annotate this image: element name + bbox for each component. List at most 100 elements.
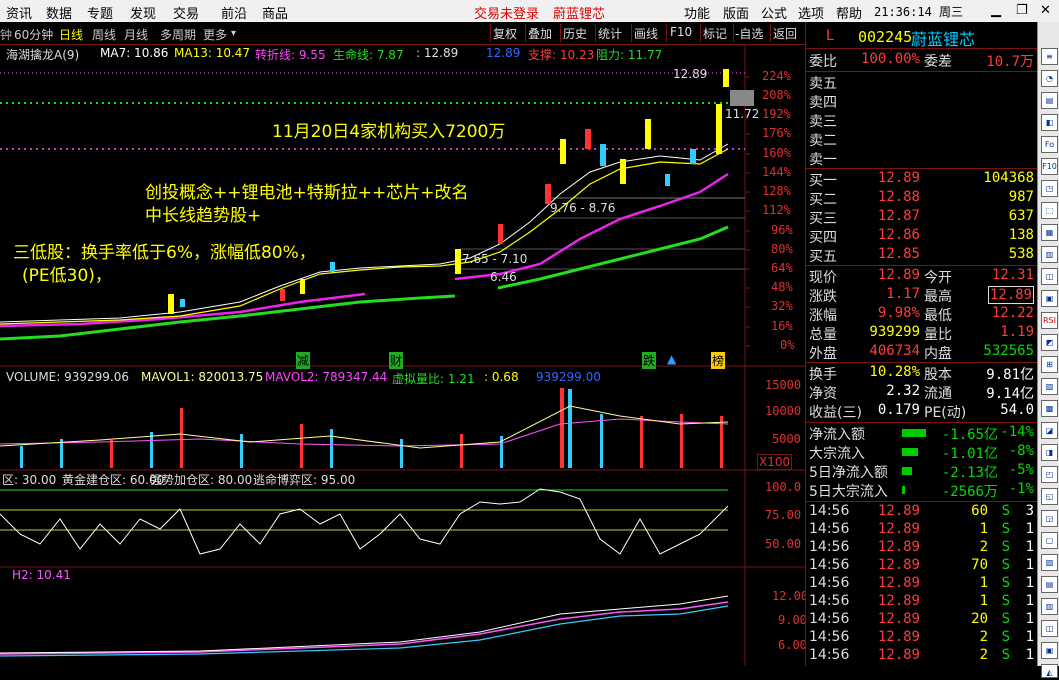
event-reduce[interactable]: 减 — [296, 352, 311, 369]
y-label: 208% — [762, 88, 791, 102]
tool-watchlist[interactable]: -自选 — [735, 25, 763, 42]
triangle-icon[interactable]: ◭ — [1041, 664, 1058, 678]
right-half-icon[interactable]: ◨ — [1041, 444, 1058, 461]
minimize-icon[interactable]: ▁ — [991, 3, 1001, 18]
corner-icon[interactable]: ◩ — [1041, 334, 1058, 351]
hatch-icon[interactable]: ▨ — [1041, 378, 1058, 395]
menu-item-commodity[interactable]: 商品 — [262, 3, 288, 22]
stock-code: 002245 — [858, 28, 913, 46]
buy5-row[interactable]: 买五 12.85 538 — [806, 246, 1038, 265]
tool-restore-rights[interactable]: 复权 — [493, 25, 517, 42]
tab-monthly[interactable]: 月线 — [124, 26, 148, 43]
tool-history[interactable]: 历史 — [563, 25, 587, 42]
buy1-row[interactable]: 买一 12.89 104368 — [806, 170, 1038, 189]
tool-stats[interactable]: 统计 — [598, 25, 622, 42]
osc-zone-d: 逃命博弈区: 95.00 — [253, 473, 356, 487]
square-icon[interactable]: ▢ — [1041, 532, 1058, 549]
bars-icon[interactable]: ▥ — [1041, 246, 1058, 263]
grid-icon[interactable]: ▦ — [1041, 224, 1058, 241]
tab-60min[interactable]: 60分钟 — [14, 26, 53, 43]
bars2-icon[interactable]: ▥ — [1041, 598, 1058, 615]
buy4-row[interactable]: 买四 12.86 138 — [806, 227, 1038, 246]
menu-item-data[interactable]: 数据 — [46, 3, 72, 22]
trade-login-status[interactable]: 交易未登录 — [474, 3, 539, 22]
tool-overlay[interactable]: 叠加 — [528, 25, 552, 42]
tool-back[interactable]: 返回 — [773, 25, 797, 42]
menu-item-options[interactable]: 选项 — [798, 3, 824, 22]
annotation-three-low: 三低股：换手率低于6%，涨幅低80%， — [13, 243, 316, 263]
box-icon[interactable]: ▣ — [1041, 290, 1058, 307]
h2-value: H2: 10.41 — [12, 568, 71, 582]
wei-row: 委比 100.00% 委差 10.7万 — [809, 51, 1034, 70]
window-icon[interactable]: ◳ — [1041, 180, 1058, 197]
h2-y-label: 9.00 — [778, 613, 807, 627]
menu-item-news[interactable]: 资讯 — [6, 3, 32, 22]
menu-item-function[interactable]: 功能 — [684, 3, 710, 22]
stock-name: 蔚蓝锂芯 — [911, 30, 976, 49]
quadrant3-icon[interactable]: ◲ — [1041, 510, 1058, 527]
close-icon[interactable]: ✕ — [1040, 3, 1051, 18]
event-marker-icon[interactable]: ▲ — [667, 352, 676, 366]
sell4-row[interactable]: 卖四 — [806, 92, 1038, 111]
h2-y-label: 12.00 — [772, 589, 809, 603]
restore-icon[interactable]: ❐ — [1016, 3, 1028, 18]
menu-item-topics[interactable]: 专题 — [87, 3, 113, 22]
rsi-icon[interactable]: RSI — [1041, 312, 1058, 329]
volume-extra-value: : 0.68 — [484, 370, 519, 384]
toolbar-divider — [700, 24, 701, 42]
frame-icon[interactable]: ⬚ — [1041, 202, 1058, 219]
partial-tab-icon[interactable]: 钟 — [0, 26, 12, 43]
menu-item-frontier[interactable]: 前沿 — [221, 3, 247, 22]
menu-item-help[interactable]: 帮助 — [836, 3, 862, 22]
event-ranking[interactable]: 榜 — [711, 352, 726, 369]
menu-item-layout[interactable]: 版面 — [723, 3, 749, 22]
table-icon[interactable]: ▤ — [1041, 92, 1058, 109]
toolbar-divider — [560, 24, 561, 42]
tab-multi-period[interactable]: 多周期 — [160, 26, 196, 43]
event-drop[interactable]: 跌 — [642, 352, 657, 369]
menu-item-formula[interactable]: 公式 — [761, 3, 787, 22]
stripe-icon[interactable]: ▧ — [1041, 554, 1058, 571]
menu-item-discover[interactable]: 发现 — [130, 3, 156, 22]
event-report[interactable]: 财 — [389, 352, 404, 369]
buy3-row[interactable]: 买三 12.87 637 — [806, 208, 1038, 227]
tick-row: 14:56 12.89 2 S 1 — [809, 539, 1034, 555]
y-label: 64% — [771, 261, 793, 275]
panel-icon[interactable]: ◧ — [1041, 114, 1058, 131]
fund-row: 收益(三) 0.179 PE(动) 54.0 — [809, 402, 1034, 421]
menu-item-trade[interactable]: 交易 — [173, 3, 199, 22]
list-icon[interactable]: ≡ — [1041, 48, 1058, 65]
flow-row: 大宗流入 -1.01亿 -8% — [809, 443, 1034, 462]
f10-icon[interactable]: F10 — [1041, 158, 1058, 175]
tab-weekly[interactable]: 周线 — [92, 26, 116, 43]
split2-icon[interactable]: ◫ — [1041, 620, 1058, 637]
plus-grid-icon[interactable]: ⊞ — [1041, 356, 1058, 373]
quadrant-icon[interactable]: ◰ — [1041, 466, 1058, 483]
indicator-name[interactable]: 海湖擒龙A(9) — [6, 46, 79, 63]
fo-icon[interactable]: Fo — [1041, 136, 1058, 153]
left-half-icon[interactable]: ◪ — [1041, 422, 1058, 439]
tool-draw[interactable]: 画线 — [634, 25, 658, 42]
buy2-row[interactable]: 买二 12.88 987 — [806, 189, 1038, 208]
sell3-row[interactable]: 卖三 — [806, 111, 1038, 130]
chart-icon[interactable]: ◔ — [1041, 70, 1058, 87]
split-icon[interactable]: ◫ — [1041, 268, 1058, 285]
menu-bar: 资讯 数据 专题 发现 交易 前沿 商品 交易未登录 蔚蓝锂芯 功能 版面 公式… — [0, 0, 1059, 23]
sell1-row[interactable]: 卖一 — [806, 149, 1038, 168]
fund-row: 换手 10.28% 股本 9.81亿 — [809, 364, 1034, 383]
hatch2-icon[interactable]: ▩ — [1041, 400, 1058, 417]
mavol1-value: MAVOL1: 820013.75 — [141, 370, 264, 384]
flow-row: 5日净流入额 -2.13亿 -5% — [809, 462, 1034, 481]
sell2-row[interactable]: 卖二 — [806, 130, 1038, 149]
table2-icon[interactable]: ▤ — [1041, 576, 1058, 593]
sell5-row[interactable]: 卖五 — [806, 73, 1038, 92]
tab-daily[interactable]: 日线 — [59, 26, 83, 43]
more-dropdown-icon[interactable]: ▾ — [231, 28, 236, 39]
ma7-value: MA7: 10.86 — [100, 46, 169, 60]
volume-y-label: 10000 — [765, 404, 802, 418]
tool-mark[interactable]: 标记 — [703, 25, 727, 42]
tab-more[interactable]: 更多 — [203, 26, 227, 43]
quadrant2-icon[interactable]: ◱ — [1041, 488, 1058, 505]
tool-f10[interactable]: F10 — [670, 25, 692, 39]
box2-icon[interactable]: ▣ — [1041, 642, 1058, 659]
